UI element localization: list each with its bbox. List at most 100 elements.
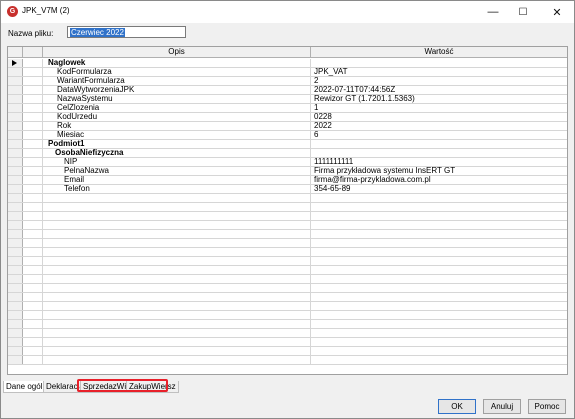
- row-selector[interactable]: [8, 149, 23, 157]
- row-selector[interactable]: [8, 86, 23, 94]
- filename-input[interactable]: Czerwiec 2022: [67, 26, 186, 38]
- table-row[interactable]: OsobaNiefizyczna: [8, 149, 567, 158]
- row-selector[interactable]: [8, 239, 23, 247]
- row-selector[interactable]: [8, 122, 23, 130]
- row-selector[interactable]: [8, 347, 23, 355]
- table-row[interactable]: Miesiac 6: [8, 131, 567, 140]
- jpk-data-grid[interactable]: Opis Wartość Naglowek KodFormularza JPK_VA…: [7, 46, 568, 375]
- row-wartosc: JPK_VAT: [314, 68, 348, 76]
- table-row[interactable]: KodFormularza JPK_VAT: [8, 68, 567, 77]
- empty-row[interactable]: [8, 302, 567, 311]
- table-row[interactable]: Podmiot1: [8, 140, 567, 149]
- row-selector[interactable]: [8, 257, 23, 265]
- empty-row[interactable]: [8, 194, 567, 203]
- row-selector[interactable]: [8, 320, 23, 328]
- row-selector[interactable]: [8, 230, 23, 238]
- table-row[interactable]: Naglowek: [8, 59, 567, 68]
- row-expander: [23, 248, 43, 256]
- table-row[interactable]: Rok 2022: [8, 122, 567, 131]
- empty-row[interactable]: [8, 230, 567, 239]
- row-expander: [23, 338, 43, 346]
- row-wartosc: [311, 149, 567, 157]
- row-wartosc: [311, 275, 567, 283]
- row-selector[interactable]: [8, 266, 23, 274]
- row-selector[interactable]: [8, 140, 23, 148]
- row-selector[interactable]: [8, 59, 23, 67]
- table-row[interactable]: PelnaNazwa Firma przykładowa systemu InsE…: [8, 167, 567, 176]
- header-selector: [8, 47, 23, 57]
- row-selector[interactable]: [8, 77, 23, 85]
- row-expander: [23, 86, 43, 94]
- row-selector[interactable]: [8, 221, 23, 229]
- empty-row[interactable]: [8, 248, 567, 257]
- table-row[interactable]: Telefon 354-65-89: [8, 185, 567, 194]
- header-opis[interactable]: Opis: [43, 47, 311, 57]
- row-wartosc: [311, 356, 567, 364]
- table-row[interactable]: KodUrzedu 0228: [8, 113, 567, 122]
- close-button[interactable]: ✕: [542, 1, 572, 23]
- row-expander: [23, 311, 43, 319]
- row-selector[interactable]: [8, 203, 23, 211]
- row-expander: [23, 356, 43, 364]
- table-row[interactable]: CelZlozenia 1: [8, 104, 567, 113]
- empty-row[interactable]: [8, 266, 567, 275]
- cancel-button[interactable]: Anuluj: [483, 399, 521, 414]
- row-expander: [23, 239, 43, 247]
- empty-row[interactable]: [8, 239, 567, 248]
- empty-row[interactable]: [8, 347, 567, 356]
- empty-row[interactable]: [8, 212, 567, 221]
- empty-row[interactable]: [8, 293, 567, 302]
- table-row[interactable]: NazwaSystemu Rewizor GT (1.7201.1.5363): [8, 95, 567, 104]
- row-selector[interactable]: [8, 167, 23, 175]
- row-wartosc: [311, 248, 567, 256]
- row-selector[interactable]: [8, 284, 23, 292]
- empty-row[interactable]: [8, 356, 567, 365]
- row-selector[interactable]: [8, 212, 23, 220]
- row-selector[interactable]: [8, 158, 23, 166]
- row-selector[interactable]: [8, 275, 23, 283]
- header-wartosc[interactable]: Wartość: [311, 47, 567, 57]
- row-selector[interactable]: [8, 95, 23, 103]
- row-selector[interactable]: [8, 293, 23, 301]
- table-row[interactable]: Email firma@firma-przykladowa.com.pl: [8, 176, 567, 185]
- row-selector[interactable]: [8, 356, 23, 364]
- row-selector[interactable]: [8, 176, 23, 184]
- help-button[interactable]: Pomoc: [528, 399, 566, 414]
- ok-button[interactable]: OK: [438, 399, 476, 414]
- current-row-arrow-icon: [12, 60, 17, 66]
- minimize-button[interactable]: —: [478, 1, 508, 23]
- empty-row[interactable]: [8, 221, 567, 230]
- row-selector[interactable]: [8, 248, 23, 256]
- row-expander: [23, 68, 43, 76]
- row-opis: [43, 284, 311, 292]
- row-opis: WariantFormularza: [43, 77, 311, 85]
- empty-row[interactable]: [8, 257, 567, 266]
- row-selector[interactable]: [8, 113, 23, 121]
- row-selector[interactable]: [8, 185, 23, 193]
- empty-row[interactable]: [8, 275, 567, 284]
- row-expander: [23, 212, 43, 220]
- row-wartosc: [311, 302, 567, 310]
- row-opis: OsobaNiefizyczna: [43, 149, 311, 157]
- empty-row[interactable]: [8, 320, 567, 329]
- row-expander: [23, 302, 43, 310]
- empty-row[interactable]: [8, 311, 567, 320]
- row-selector[interactable]: [8, 104, 23, 112]
- table-row[interactable]: DataWytworzeniaJPK 2022-07-11T07:44:56Z: [8, 86, 567, 95]
- empty-row[interactable]: [8, 329, 567, 338]
- empty-row[interactable]: [8, 284, 567, 293]
- row-wartosc: [311, 338, 567, 346]
- row-selector[interactable]: [8, 68, 23, 76]
- row-selector[interactable]: [8, 311, 23, 319]
- empty-row[interactable]: [8, 203, 567, 212]
- table-row[interactable]: WariantFormularza 2: [8, 77, 567, 86]
- row-selector[interactable]: [8, 329, 23, 337]
- row-selector[interactable]: [8, 302, 23, 310]
- empty-row[interactable]: [8, 338, 567, 347]
- table-row[interactable]: NIP 1111111111: [8, 158, 567, 167]
- row-selector[interactable]: [8, 131, 23, 139]
- row-selector[interactable]: [8, 338, 23, 346]
- row-wartosc: 0228: [314, 113, 332, 121]
- maximize-button[interactable]: ☐: [508, 1, 538, 23]
- row-selector[interactable]: [8, 194, 23, 202]
